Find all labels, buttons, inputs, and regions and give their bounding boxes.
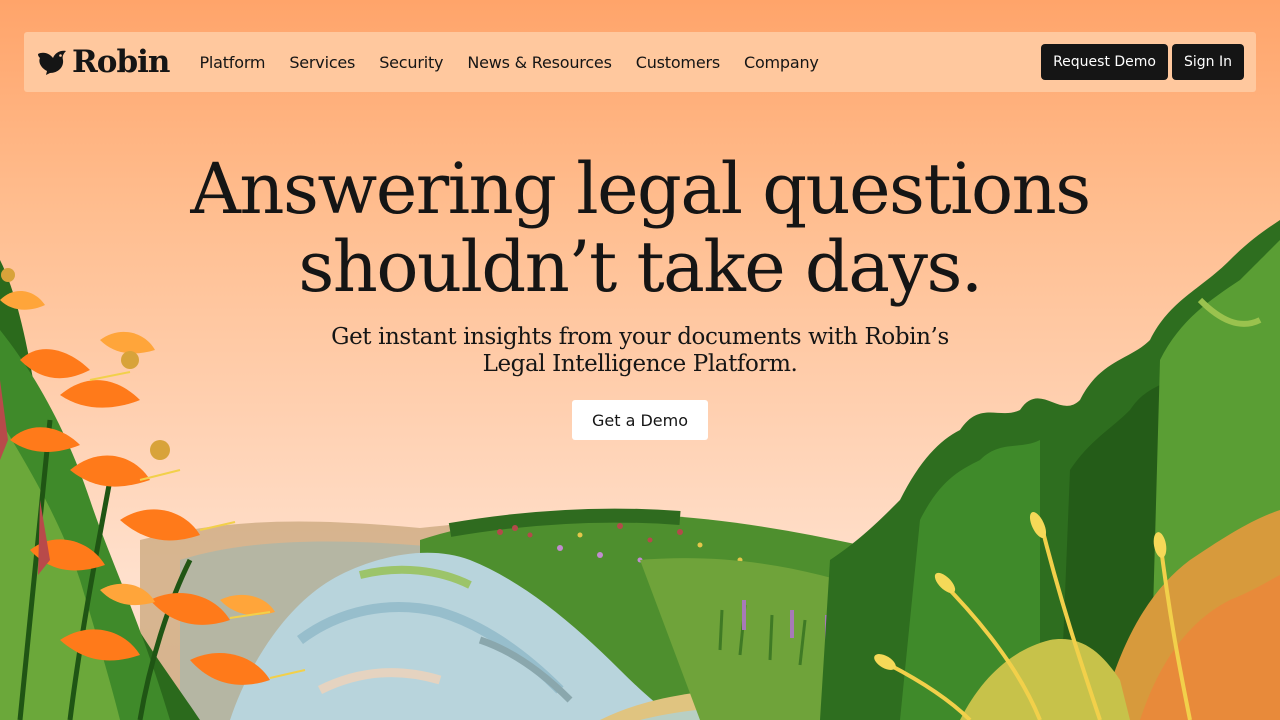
get-demo-button[interactable]: Get a Demo	[571, 400, 709, 440]
brand-name: Robin	[72, 43, 170, 80]
nav-link-platform[interactable]: Platform	[199, 53, 265, 72]
nav-links: Platform Services Security News & Resour…	[199, 53, 842, 72]
nav-link-news-resources[interactable]: News & Resources	[467, 53, 612, 72]
nav-link-services[interactable]: Services	[289, 53, 355, 72]
hero-headline: Answering legal questions shouldn’t take…	[190, 148, 1091, 308]
top-nav: Robin Platform Services Security News & …	[24, 32, 1256, 92]
nav-link-company[interactable]: Company	[744, 53, 819, 72]
robin-logo[interactable]: Robin	[36, 42, 170, 82]
request-demo-button[interactable]: Request Demo	[1041, 44, 1168, 80]
hero-section: Answering legal questions shouldn’t take…	[0, 150, 1280, 440]
robin-bird-icon	[38, 50, 66, 75]
hero-subheadline: Get instant insights from your documents…	[331, 324, 949, 377]
nav-link-customers[interactable]: Customers	[636, 53, 720, 72]
sign-in-button[interactable]: Sign In	[1172, 44, 1244, 80]
nav-actions: Request Demo Sign In	[1041, 44, 1244, 80]
nav-link-security[interactable]: Security	[379, 53, 443, 72]
